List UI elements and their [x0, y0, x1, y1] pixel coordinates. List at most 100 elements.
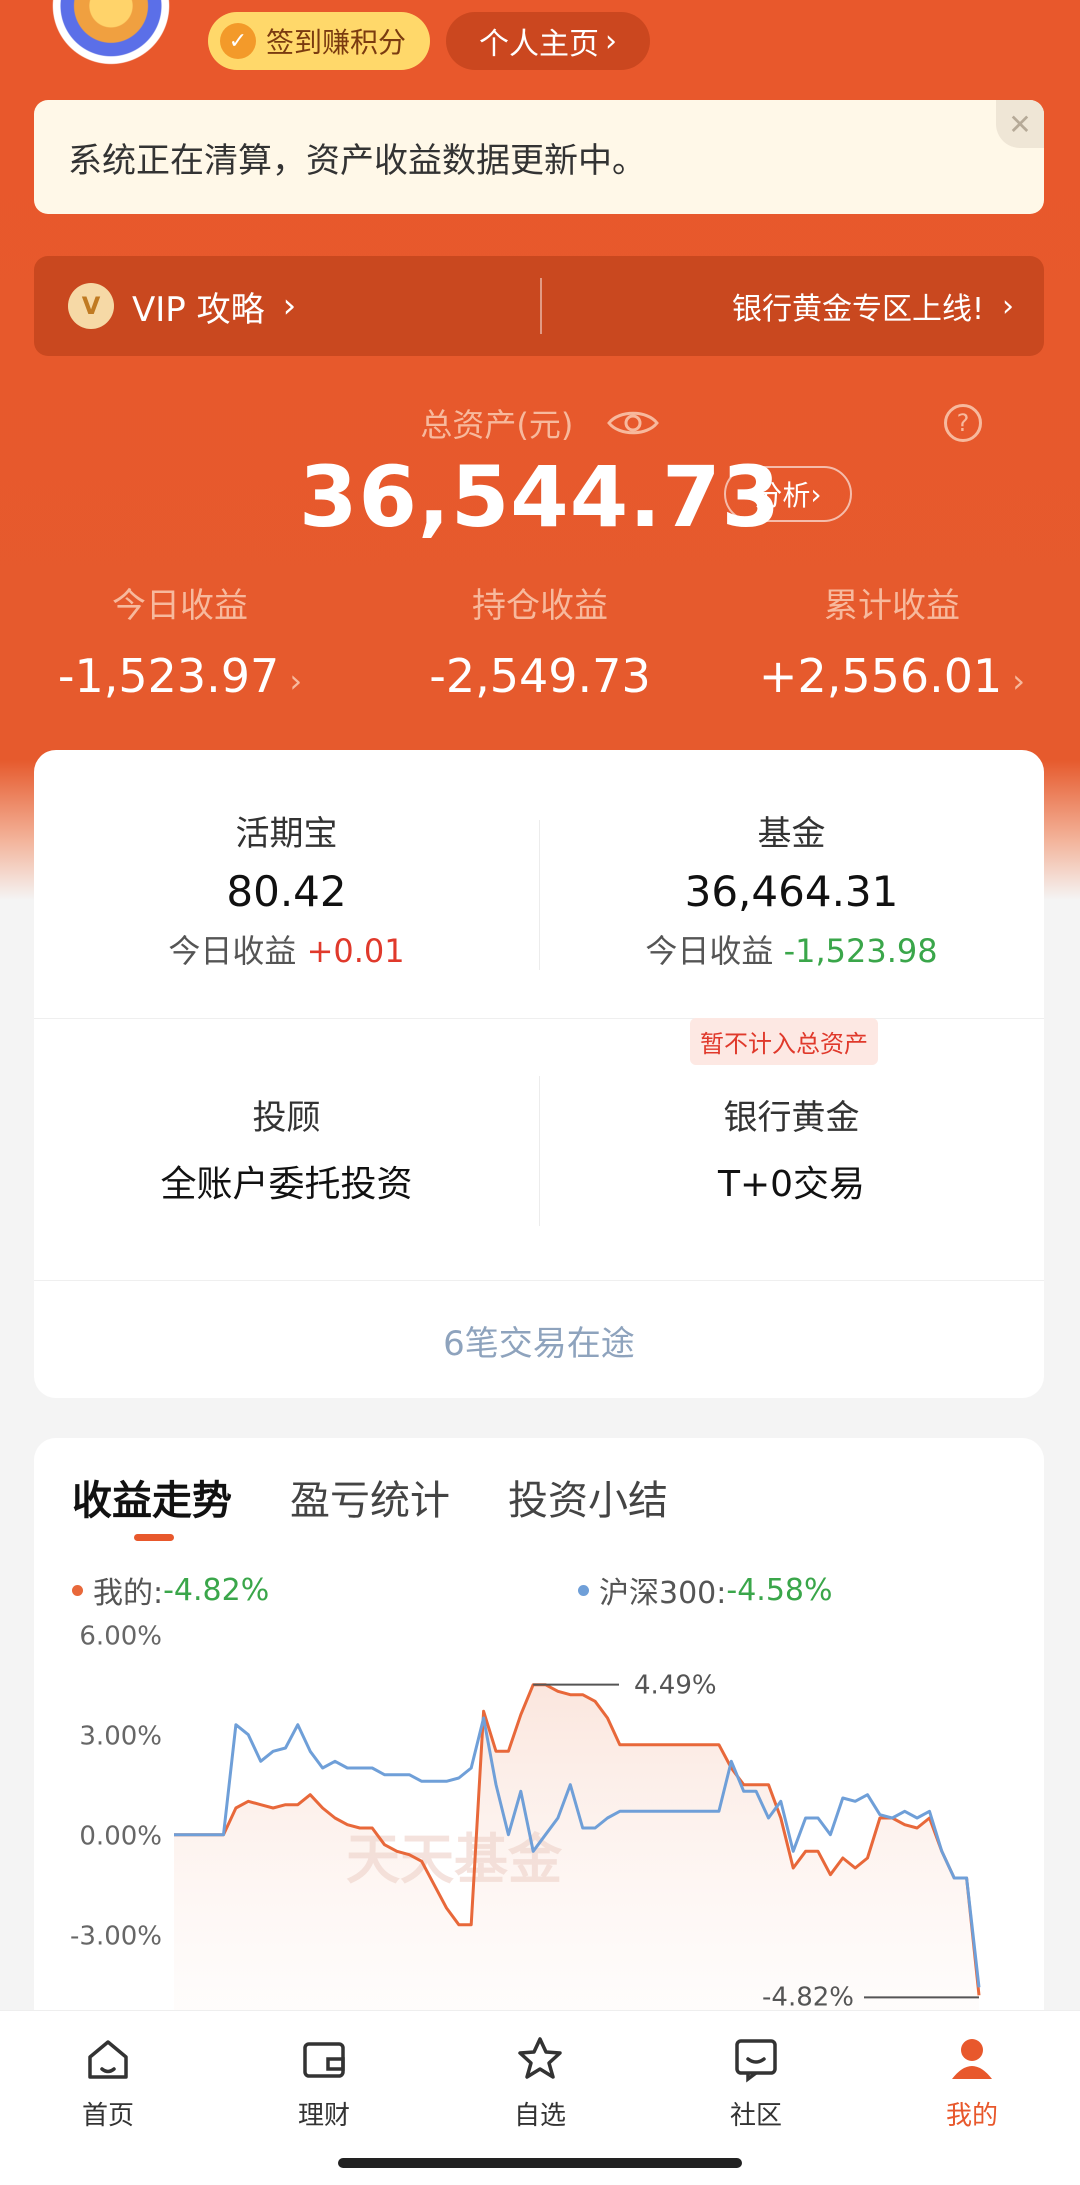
account-card: 活期宝 80.42 今日收益 +0.01 基金 36,464.31 今日收益 -…: [34, 750, 1044, 1398]
chevron-right-icon: ›: [282, 286, 297, 326]
nav-mine[interactable]: 我的: [864, 2033, 1080, 2132]
y-tick-label: 3.00%: [79, 1722, 162, 1752]
cumulative-earnings-value: +2,556.01: [758, 649, 1003, 703]
nav-wealth[interactable]: 理财: [216, 2033, 432, 2132]
today-earnings[interactable]: 今日收益 -1,523.97 ›: [0, 578, 360, 703]
nav-watchlist[interactable]: 自选: [432, 2033, 648, 2132]
huoqibao-value: 80.42: [226, 867, 347, 916]
legend-mine-label: 我的:: [93, 1576, 164, 1611]
nav-community[interactable]: 社区: [648, 2033, 864, 2132]
user-icon: [952, 2039, 992, 2079]
y-tick-label: -3.00%: [70, 1922, 162, 1952]
wallet-icon: [303, 2042, 345, 2078]
vip-badge-icon: V: [68, 283, 114, 329]
analysis-label: 分析: [754, 479, 811, 512]
cumulative-earnings-label: 累计收益: [824, 586, 960, 626]
notice-text: 系统正在清算，资产收益数据更新中。: [68, 140, 646, 181]
tab-investment-summary[interactable]: 投资小结: [508, 1468, 668, 1526]
cumulative-earnings-value-row: +2,556.01 ›: [712, 649, 1072, 703]
star-icon: [518, 2037, 562, 2079]
legend-dot-index: [578, 1584, 589, 1596]
y-tick-label: 6.00%: [79, 1622, 162, 1652]
bank-gold-label: 银行黄金专区上线!: [731, 292, 984, 327]
nav-home-label: 首页: [81, 2101, 134, 2131]
eye-icon[interactable]: [606, 407, 660, 447]
fund-sub-label: 今日收益: [645, 932, 774, 970]
fund-sub: 今日收益 -1,523.98: [539, 926, 1044, 972]
huoqibao-sub-label: 今日收益: [168, 932, 297, 970]
chevron-right-icon: ›: [1002, 288, 1014, 324]
trend-chart[interactable]: 6.00%3.00%0.00%-3.00% 天天基金 4.49%-4.82%: [34, 1618, 1044, 2018]
trend-tabs: 收益走势 盈亏统计 投资小结: [72, 1468, 668, 1526]
advisor-value: 全账户委托投资: [160, 1164, 413, 1205]
total-assets-label-row: 总资产(元): [0, 400, 1080, 447]
legend-index: 沪深300: -4.58%: [578, 1568, 833, 1612]
nav-community-label: 社区: [729, 2101, 782, 2131]
bank-gold-link[interactable]: 银行黄金专区上线! ›: [542, 284, 1044, 328]
bank-gold-value: T+0交易: [717, 1164, 866, 1205]
vip-banner: V VIP 攻略 › 银行黄金专区上线! ›: [34, 256, 1044, 356]
close-icon[interactable]: ✕: [996, 100, 1044, 148]
today-earnings-value: -1,523.97: [57, 649, 280, 703]
chevron-right-icon: ›: [289, 662, 303, 700]
analysis-button[interactable]: 分析 ›: [724, 466, 852, 522]
profile-label: 个人主页: [479, 27, 599, 62]
settlement-notice: 系统正在清算，资产收益数据更新中。 ✕: [34, 100, 1044, 214]
checkin-button[interactable]: ✓ 签到赚积分: [208, 12, 430, 70]
holding-earnings: 持仓收益 -2,549.73: [360, 578, 720, 703]
chevron-right-icon: ›: [605, 23, 617, 59]
profile-button[interactable]: 个人主页 ›: [446, 12, 650, 70]
total-assets-value: 36,544.73: [299, 448, 781, 546]
divider: [34, 1280, 1044, 1281]
y-tick-label: 0.00%: [79, 1822, 162, 1852]
chevron-right-icon: ›: [810, 477, 822, 511]
nav-wealth-label: 理财: [297, 2101, 350, 2131]
bank-gold-title: 银行黄金: [723, 1098, 860, 1138]
fund-title: 基金: [757, 814, 826, 854]
today-earnings-value-row: -1,523.97 ›: [0, 649, 360, 703]
home-indicator: [338, 2158, 742, 2168]
advisor-cell[interactable]: 投顾 全账户委托投资: [34, 1090, 539, 1207]
gold-not-counted-tag: 暂不计入总资产: [690, 1018, 878, 1065]
vip-guide-link[interactable]: V VIP 攻略 ›: [34, 282, 540, 331]
user-avatar[interactable]: [36, 0, 186, 66]
legend-dot-mine: [72, 1584, 83, 1596]
chat-icon: [735, 2039, 777, 2083]
tab-indicator: [134, 1534, 174, 1541]
home-icon: [88, 2040, 128, 2079]
advisor-title: 投顾: [252, 1098, 321, 1138]
nav-mine-label: 我的: [945, 2101, 998, 2131]
pending-transactions-link[interactable]: 6笔交易在途: [34, 1316, 1044, 1365]
checkin-icon: ✓: [220, 23, 256, 59]
nav-home[interactable]: 首页: [0, 2033, 216, 2132]
fund-value: 36,464.31: [684, 867, 899, 916]
cumulative-earnings[interactable]: 累计收益 +2,556.01 ›: [712, 578, 1072, 703]
today-earnings-label: 今日收益: [112, 586, 248, 626]
tab-profit-loss[interactable]: 盈亏统计: [290, 1468, 450, 1526]
area-mine: [174, 1684, 979, 2018]
nav-watchlist-label: 自选: [513, 2101, 566, 2131]
legend-index-label: 沪深300:: [599, 1576, 727, 1611]
holding-earnings-value: -2,549.73: [429, 649, 651, 703]
trend-card: 收益走势 盈亏统计 投资小结 我的: -4.82% 沪深300: -4.58% 6.…: [34, 1438, 1044, 2018]
annotation-label: -4.82%: [762, 1982, 854, 2012]
huoqibao-cell[interactable]: 活期宝 80.42 今日收益 +0.01: [34, 806, 539, 972]
legend-mine: 我的: -4.82%: [72, 1568, 269, 1612]
chevron-right-icon: ›: [1012, 662, 1026, 700]
bank-gold-cell[interactable]: 银行黄金 T+0交易: [539, 1090, 1044, 1207]
tab-earnings-trend[interactable]: 收益走势: [72, 1468, 232, 1526]
fund-sub-value: -1,523.98: [783, 932, 938, 970]
legend-index-value: -4.58%: [726, 1572, 833, 1608]
help-icon[interactable]: ?: [944, 404, 982, 442]
annotation-label: 4.49%: [634, 1671, 717, 1701]
vip-label: VIP 攻略: [132, 289, 265, 330]
huoqibao-title: 活期宝: [235, 814, 338, 854]
legend-mine-value: -4.82%: [163, 1572, 270, 1608]
total-assets-label: 总资产(元): [420, 406, 574, 444]
huoqibao-sub: 今日收益 +0.01: [34, 926, 539, 972]
fund-cell[interactable]: 基金 36,464.31 今日收益 -1,523.98: [539, 806, 1044, 972]
holding-earnings-label: 持仓收益: [472, 586, 608, 626]
checkin-label: 签到赚积分: [266, 26, 407, 59]
divider: [34, 1018, 1044, 1019]
huoqibao-sub-value: +0.01: [306, 932, 405, 970]
